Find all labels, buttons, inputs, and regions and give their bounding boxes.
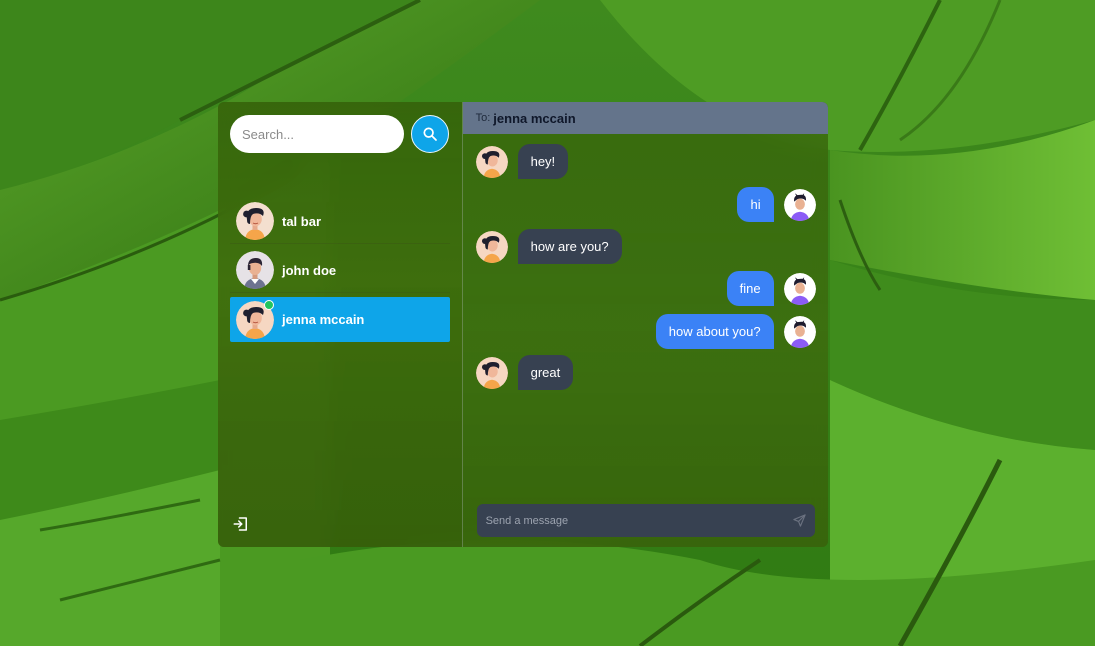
contact-item-selected[interactable]: jenna mccain xyxy=(230,297,450,342)
online-status-indicator xyxy=(264,300,274,310)
search-button[interactable] xyxy=(411,115,449,153)
user-avatar-icon xyxy=(783,188,816,221)
avatar xyxy=(783,315,816,348)
chat-panel: To: jenna mccain hey! hi how are you? fi… xyxy=(462,102,828,547)
avatar xyxy=(783,188,816,221)
message-bubble: hey! xyxy=(517,144,569,179)
contact-name: john doe xyxy=(282,262,337,278)
man-avatar-icon xyxy=(236,251,274,289)
woman-avatar-icon xyxy=(475,145,508,178)
message-bubble: how are you? xyxy=(517,229,622,264)
sidebar: tal bar john doe xyxy=(218,102,463,547)
avatar xyxy=(475,230,508,263)
message-bubble: hi xyxy=(737,187,774,222)
message-composer xyxy=(476,504,815,537)
message-bubble: fine xyxy=(726,271,774,306)
avatar xyxy=(475,145,508,178)
user-avatar-icon xyxy=(783,315,816,348)
logout-button[interactable] xyxy=(232,515,250,533)
contact-item[interactable]: john doe xyxy=(230,248,450,293)
to-label: To: xyxy=(475,112,491,124)
avatar xyxy=(236,202,274,240)
user-avatar-icon xyxy=(783,272,816,305)
search-bar xyxy=(230,115,449,153)
logout-icon xyxy=(233,517,247,531)
woman-avatar-icon xyxy=(475,356,508,389)
search-input[interactable] xyxy=(230,115,404,153)
contact-list: tal bar john doe jenna mccain xyxy=(230,199,450,346)
avatar xyxy=(236,251,274,289)
avatar xyxy=(475,356,508,389)
chat-recipient-name: jenna mccain xyxy=(493,110,576,126)
search-icon xyxy=(423,127,437,141)
avatar xyxy=(783,272,816,305)
send-icon xyxy=(793,514,806,527)
message-outgoing: how about you? xyxy=(655,314,816,349)
contact-name: tal bar xyxy=(282,213,322,229)
message-incoming: hey! xyxy=(475,144,569,179)
contact-item[interactable]: tal bar xyxy=(230,199,450,244)
message-input[interactable] xyxy=(476,504,785,537)
woman-avatar-icon xyxy=(475,230,508,263)
chat-app-window: tal bar john doe xyxy=(218,102,828,547)
message-list: hey! hi how are you? fine how about you?… xyxy=(463,134,828,494)
message-bubble: great xyxy=(517,355,574,390)
message-outgoing: hi xyxy=(737,187,816,222)
send-button[interactable] xyxy=(785,506,815,536)
contact-name: jenna mccain xyxy=(282,312,365,327)
woman-avatar-icon xyxy=(236,202,274,240)
message-bubble: how about you? xyxy=(655,314,774,349)
message-incoming: great xyxy=(475,355,574,390)
chat-header: To: jenna mccain xyxy=(462,102,828,134)
message-incoming: how are you? xyxy=(475,229,622,264)
message-outgoing: fine xyxy=(726,271,816,306)
